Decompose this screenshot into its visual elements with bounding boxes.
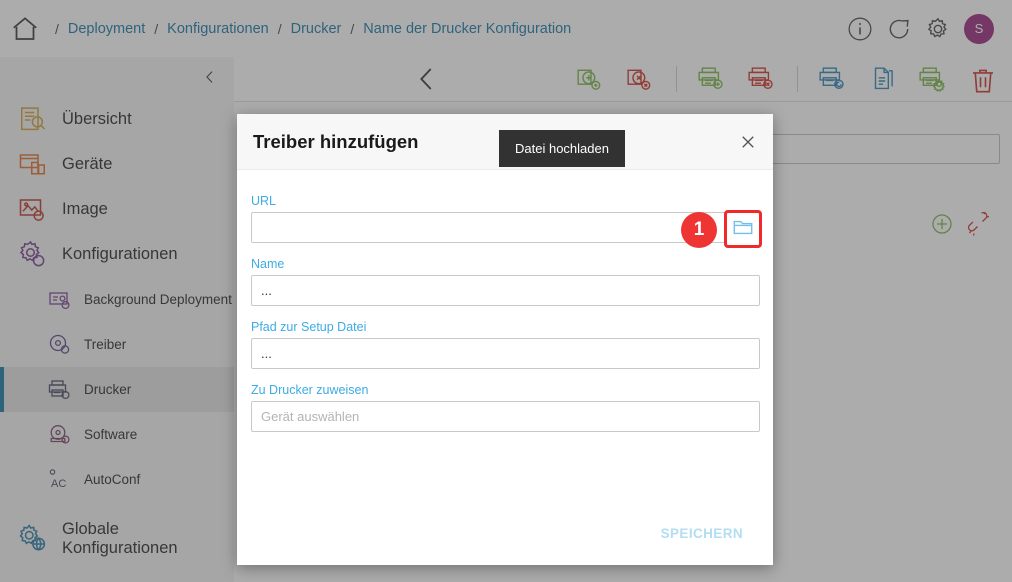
field-group-setup-path: Pfad zur Setup Datei: [251, 320, 760, 369]
setup-path-input[interactable]: [251, 338, 760, 369]
setup-path-label: Pfad zur Setup Datei: [251, 320, 367, 334]
folder-upload-icon: [732, 216, 754, 243]
field-group-name: Name: [251, 257, 760, 306]
dialog-footer: SPEICHERN: [237, 501, 773, 565]
dialog-body: URL 1 Name Pfad zur Setup Datei: [237, 170, 773, 432]
name-label: Name: [251, 257, 285, 271]
close-icon[interactable]: [739, 133, 757, 151]
upload-file-button[interactable]: [724, 210, 762, 248]
screen-root: / Deployment / Konfigurationen / Drucker…: [0, 0, 1012, 582]
name-input[interactable]: [251, 275, 760, 306]
assign-printer-label: Zu Drucker zuweisen: [251, 383, 369, 397]
assign-printer-input[interactable]: [251, 401, 760, 432]
add-driver-dialog: Treiber hinzufügen URL 1 Name ... Pfad z…: [237, 114, 773, 565]
upload-tooltip: Datei hochladen: [499, 130, 625, 167]
dialog-title: Treiber hinzufügen: [253, 130, 419, 152]
save-button[interactable]: SPEICHERN: [661, 526, 743, 541]
field-group-url: URL 1: [251, 194, 762, 248]
step-badge-1: 1: [681, 212, 717, 248]
field-group-assign-printer: Zu Drucker zuweisen: [251, 383, 760, 432]
url-label: URL: [251, 194, 277, 208]
